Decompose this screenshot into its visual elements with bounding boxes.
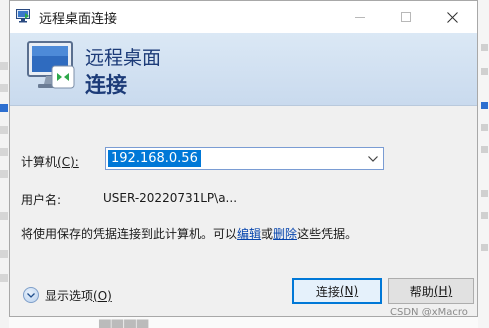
remote-desktop-icon [16,9,32,23]
help-button[interactable]: 帮助 (H) [388,278,474,304]
saved-credentials-note: 将使用保存的凭据连接到此计算机。可以编辑或删除这些凭据。 [21,225,357,242]
or-text: 或 [261,227,274,241]
maximize-button[interactable] [383,1,429,33]
username-value: USER-20220731LP\a... [103,191,238,205]
background-app-bottom-strip: ▆▆▆▆ [9,315,478,328]
minimize-button[interactable] [337,1,383,33]
maximize-icon [401,12,411,22]
show-options-toggle[interactable]: 显示选项(O) [23,286,112,304]
header-title-line1: 远程桌面 [85,47,162,69]
computer-label-text: 计算机 [21,155,58,169]
computer-label-shortcut: (C): [57,155,79,169]
monitor-connection-icon [26,40,78,96]
chevron-down-icon[interactable] [365,151,381,166]
edit-credentials-link[interactable]: 编辑 [237,227,261,241]
close-icon [446,11,458,23]
username-label: 用户名: [21,193,62,207]
header-title-line2: 连接 [85,73,127,97]
show-options-text: 显示选项 [45,288,94,303]
saved-note-suffix: 这些凭据。 [297,227,358,241]
connect-button-shortcut: (N) [339,284,359,298]
delete-credentials-link[interactable]: 删除 [273,227,297,241]
computer-combobox[interactable]: 192.168.0.56 [105,147,384,170]
window-title: 远程桌面连接 [39,12,118,27]
saved-note-prefix: 将使用保存的凭据连接到此计算机。可以 [21,227,238,241]
title-bar[interactable]: 远程桌面连接 [10,1,477,33]
background-app-left-strip [0,0,9,328]
computer-label: 计算机(C): [21,153,79,170]
help-button-label: 帮助 [409,284,434,299]
close-button[interactable] [429,1,475,33]
connect-button-label: 连接 [315,284,340,299]
csdn-watermark: CSDN @xMacro [390,307,468,318]
connect-button[interactable]: 连接 (N) [292,278,382,304]
minimize-icon [355,16,365,18]
show-options-label[interactable]: 显示选项(O) [45,287,112,304]
dialog-header-banner: 远程桌面 连接 [10,33,477,106]
help-button-shortcut: (H) [433,284,453,298]
expand-down-icon[interactable] [23,287,39,303]
remote-desktop-dialog: 远程桌面连接 远程桌面 连接 计算机(C): 192.168.0.56 用户名:… [9,0,478,318]
computer-input-value[interactable]: 192.168.0.56 [108,150,201,167]
background-app-right-strip [478,0,489,328]
show-options-shortcut: (O) [93,288,112,303]
